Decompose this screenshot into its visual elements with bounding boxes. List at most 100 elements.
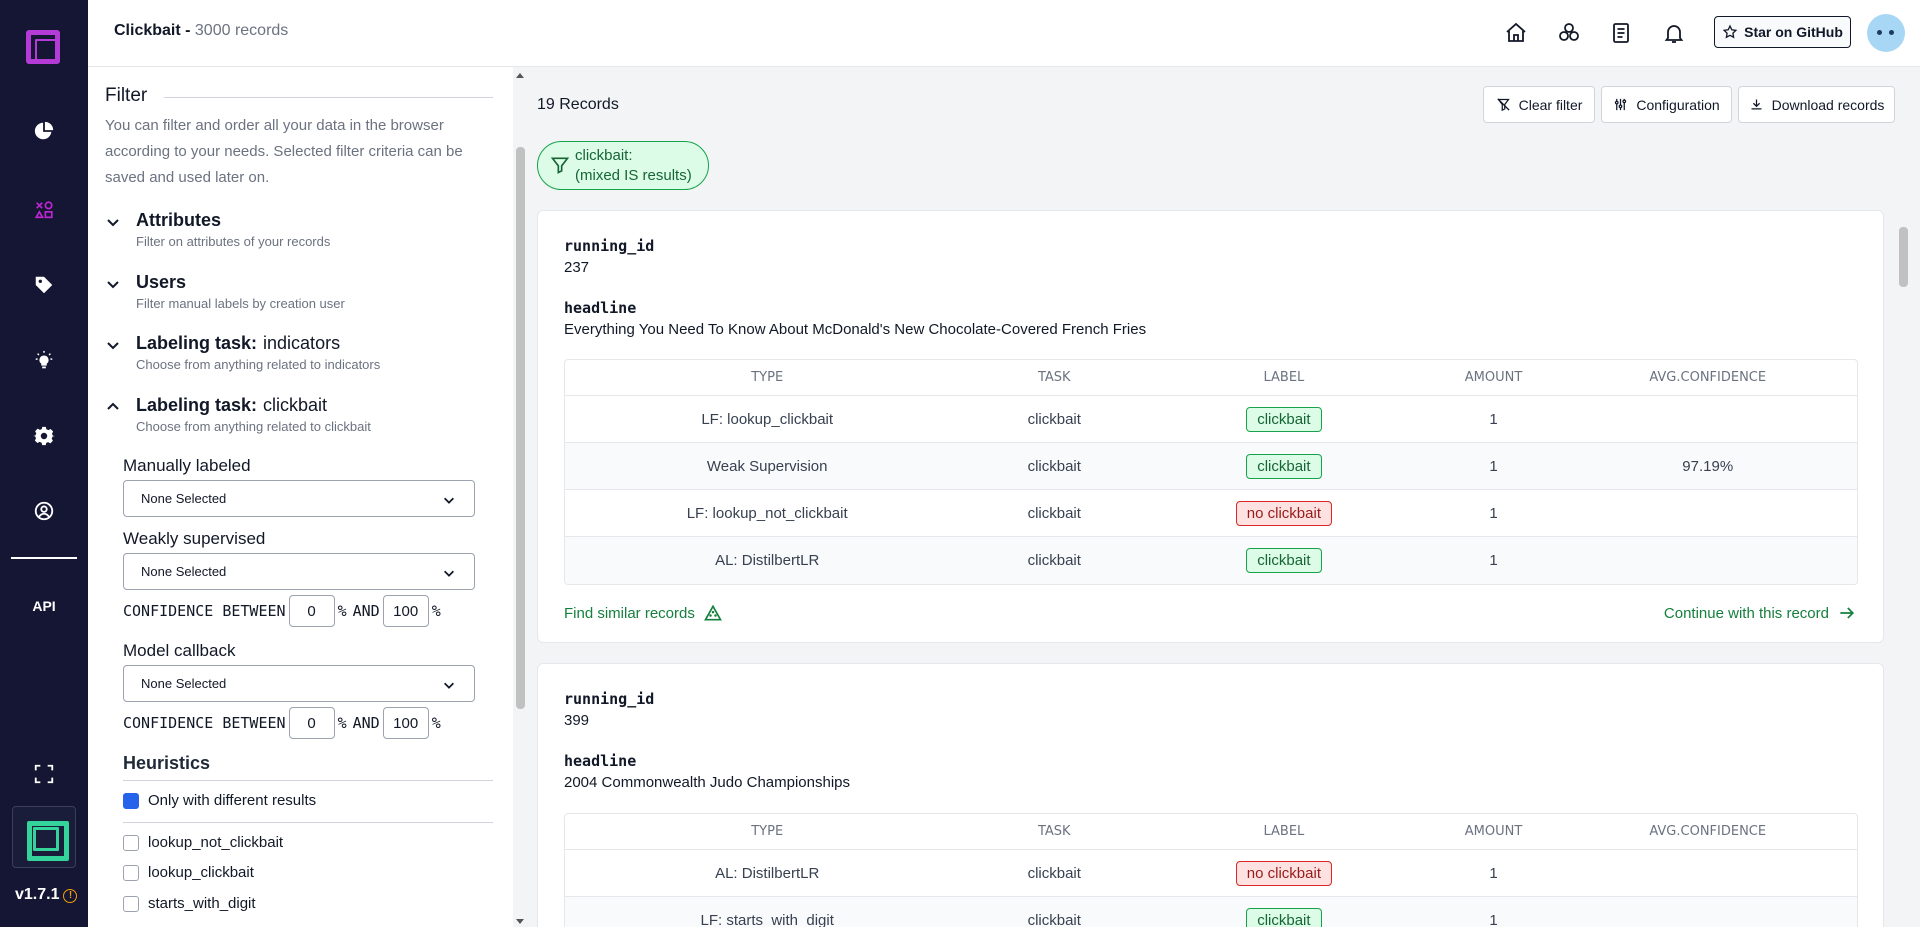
- similarity-triangle-icon: [703, 604, 722, 621]
- fullscreen-icon[interactable]: [24, 754, 64, 794]
- home-icon[interactable]: [1501, 18, 1531, 48]
- table-row: AL: DistilbertLR clickbait no clickbait …: [565, 850, 1857, 897]
- model-callback-select[interactable]: None Selected: [123, 665, 475, 702]
- manually-labeled-select[interactable]: None Selected: [123, 480, 475, 517]
- find-similar-records-link[interactable]: Find similar records: [564, 603, 723, 623]
- records-area: 19 Records Clear filter Configuration Do…: [527, 67, 1920, 927]
- user-avatar[interactable]: [1867, 14, 1905, 52]
- filter-description: You can filter and order all your data i…: [105, 117, 463, 186]
- section-title-name: clickbait: [263, 395, 328, 415]
- download-records-button[interactable]: Download records: [1738, 86, 1895, 123]
- only-different-results-option[interactable]: Only with different results: [123, 792, 316, 809]
- app-logo-icon[interactable]: [26, 30, 60, 64]
- cell-type: LF: lookup_clickbait: [701, 410, 834, 428]
- checkbox-label: lookup_clickbait: [148, 864, 254, 881]
- table-row: AL: DistilbertLR clickbait clickbait 1: [565, 537, 1857, 584]
- user-admin-icon[interactable]: [24, 491, 64, 531]
- field-value: 399: [564, 712, 590, 729]
- heuristic-option-lookup-not-clickbait[interactable]: lookup_not_clickbait: [123, 834, 283, 851]
- active-filter-chip[interactable]: clickbait: (mixed IS results): [537, 141, 709, 190]
- cell-type: LF: starts_with_digit: [700, 911, 834, 927]
- cell-amount: 1: [1489, 911, 1498, 927]
- confidence-min-input[interactable]: 0: [288, 707, 335, 739]
- scroll-down-arrow[interactable]: [516, 919, 524, 924]
- page-title: Clickbait - 3000 records: [114, 22, 288, 40]
- percent-sign: %: [337, 602, 347, 620]
- col-header: LABEL: [1263, 824, 1305, 839]
- filter-heading-divider: [164, 97, 493, 98]
- select-value: None Selected: [141, 491, 227, 506]
- percent-sign: %: [431, 714, 441, 732]
- filter-scrollbar[interactable]: [513, 67, 527, 927]
- col-header: TASK: [1037, 370, 1071, 385]
- table-row: LF: lookup_clickbait clickbait clickbait…: [565, 396, 1857, 443]
- select-value: None Selected: [141, 676, 227, 691]
- scrollbar-thumb[interactable]: [516, 147, 525, 709]
- overview-pie-icon[interactable]: [24, 111, 64, 151]
- weakly-supervised-select[interactable]: None Selected: [123, 553, 475, 590]
- heuristics-bulb-icon[interactable]: [24, 341, 64, 381]
- checkbox[interactable]: [123, 864, 139, 881]
- confidence-max-input[interactable]: 100: [382, 707, 429, 739]
- settings-gear-icon[interactable]: [24, 416, 64, 456]
- link-label: Continue with this record: [1663, 604, 1829, 622]
- label-badge: no clickbait: [1235, 860, 1332, 886]
- label-table: TYPE TASK LABEL AMOUNT AVG.CONFIDENCE AL…: [564, 813, 1858, 927]
- field-value: 2004 Commonwealth Judo Championships: [564, 774, 850, 791]
- api-link[interactable]: API: [24, 598, 64, 614]
- chevron-down-icon: [107, 342, 119, 350]
- confidence-max-input[interactable]: 100: [382, 595, 429, 627]
- scrollbar-thumb[interactable]: [1899, 227, 1908, 287]
- percent-sign: %: [431, 602, 441, 620]
- button-label: Configuration: [1636, 96, 1720, 113]
- version-info-icon[interactable]: !: [63, 889, 78, 903]
- model-callback-label: Model callback: [123, 641, 236, 660]
- heuristic-option-starts-with-digit[interactable]: starts_with_digit: [123, 895, 256, 912]
- continue-with-record-link[interactable]: Continue with this record: [1664, 603, 1857, 623]
- data-browser-icon[interactable]: [24, 190, 64, 230]
- top-header: Clickbait - 3000 records Star on GitHub: [88, 0, 1920, 67]
- weakly-supervised-label: Weakly supervised: [123, 529, 266, 548]
- cell-label: no clickbait: [1139, 860, 1429, 886]
- checkbox[interactable]: [123, 792, 139, 809]
- labeling-tag-icon[interactable]: [24, 265, 64, 305]
- label-table: TYPE TASK LABEL AMOUNT AVG.CONFIDENCE LF…: [564, 359, 1858, 585]
- kern-brand-logo[interactable]: [12, 806, 76, 868]
- cell-task: clickbait: [1027, 410, 1081, 428]
- confidence-min-input[interactable]: 0: [288, 595, 335, 627]
- checkbox[interactable]: [123, 834, 139, 851]
- heuristic-option-lookup-clickbait[interactable]: lookup_clickbait: [123, 864, 254, 881]
- app-sidebar: API v1.7.1!: [0, 0, 88, 927]
- documentation-icon[interactable]: [1606, 18, 1636, 48]
- cell-task: clickbait: [1027, 911, 1081, 927]
- cell-label: clickbait: [1139, 406, 1429, 432]
- records-scrollbar[interactable]: [1896, 207, 1910, 927]
- checkbox-label: starts_with_digit: [148, 895, 256, 912]
- github-label: Star on GitHub: [1744, 24, 1843, 40]
- checkbox[interactable]: [123, 895, 139, 912]
- notification-bell-icon[interactable]: [1659, 18, 1689, 48]
- heuristics-divider: [123, 780, 493, 781]
- cell-amount: 1: [1489, 552, 1498, 569]
- star-on-github-button[interactable]: Star on GitHub: [1714, 16, 1851, 48]
- table-header: TYPE TASK LABEL AMOUNT AVG.CONFIDENCE: [565, 360, 1857, 396]
- col-header: LABEL: [1263, 370, 1305, 385]
- field-key: headline: [564, 299, 637, 317]
- clear-filter-button[interactable]: Clear filter: [1483, 86, 1595, 123]
- field-key: running_id: [564, 237, 655, 255]
- community-icon[interactable]: [1554, 18, 1584, 48]
- col-header: AMOUNT: [1464, 370, 1523, 385]
- chevron-down-icon: [444, 570, 454, 577]
- section-title: Labeling task: indicators: [136, 333, 340, 354]
- button-label: Download records: [1771, 96, 1885, 113]
- configuration-button[interactable]: Configuration: [1601, 86, 1732, 123]
- heuristics-heading: Heuristics: [123, 753, 211, 773]
- heuristics-divider: [123, 822, 493, 823]
- ws-confidence-range: CONFIDENCE BETWEEN 0 % AND 100 %: [123, 595, 441, 627]
- confidence-prefix: CONFIDENCE BETWEEN: [123, 602, 286, 620]
- chevron-up-icon: [107, 402, 119, 410]
- scroll-up-arrow[interactable]: [516, 73, 524, 78]
- chevron-down-icon: [107, 281, 119, 289]
- section-subtitle: Filter manual labels by creation user: [136, 296, 345, 311]
- chip-line-2: (mixed IS results): [575, 167, 692, 184]
